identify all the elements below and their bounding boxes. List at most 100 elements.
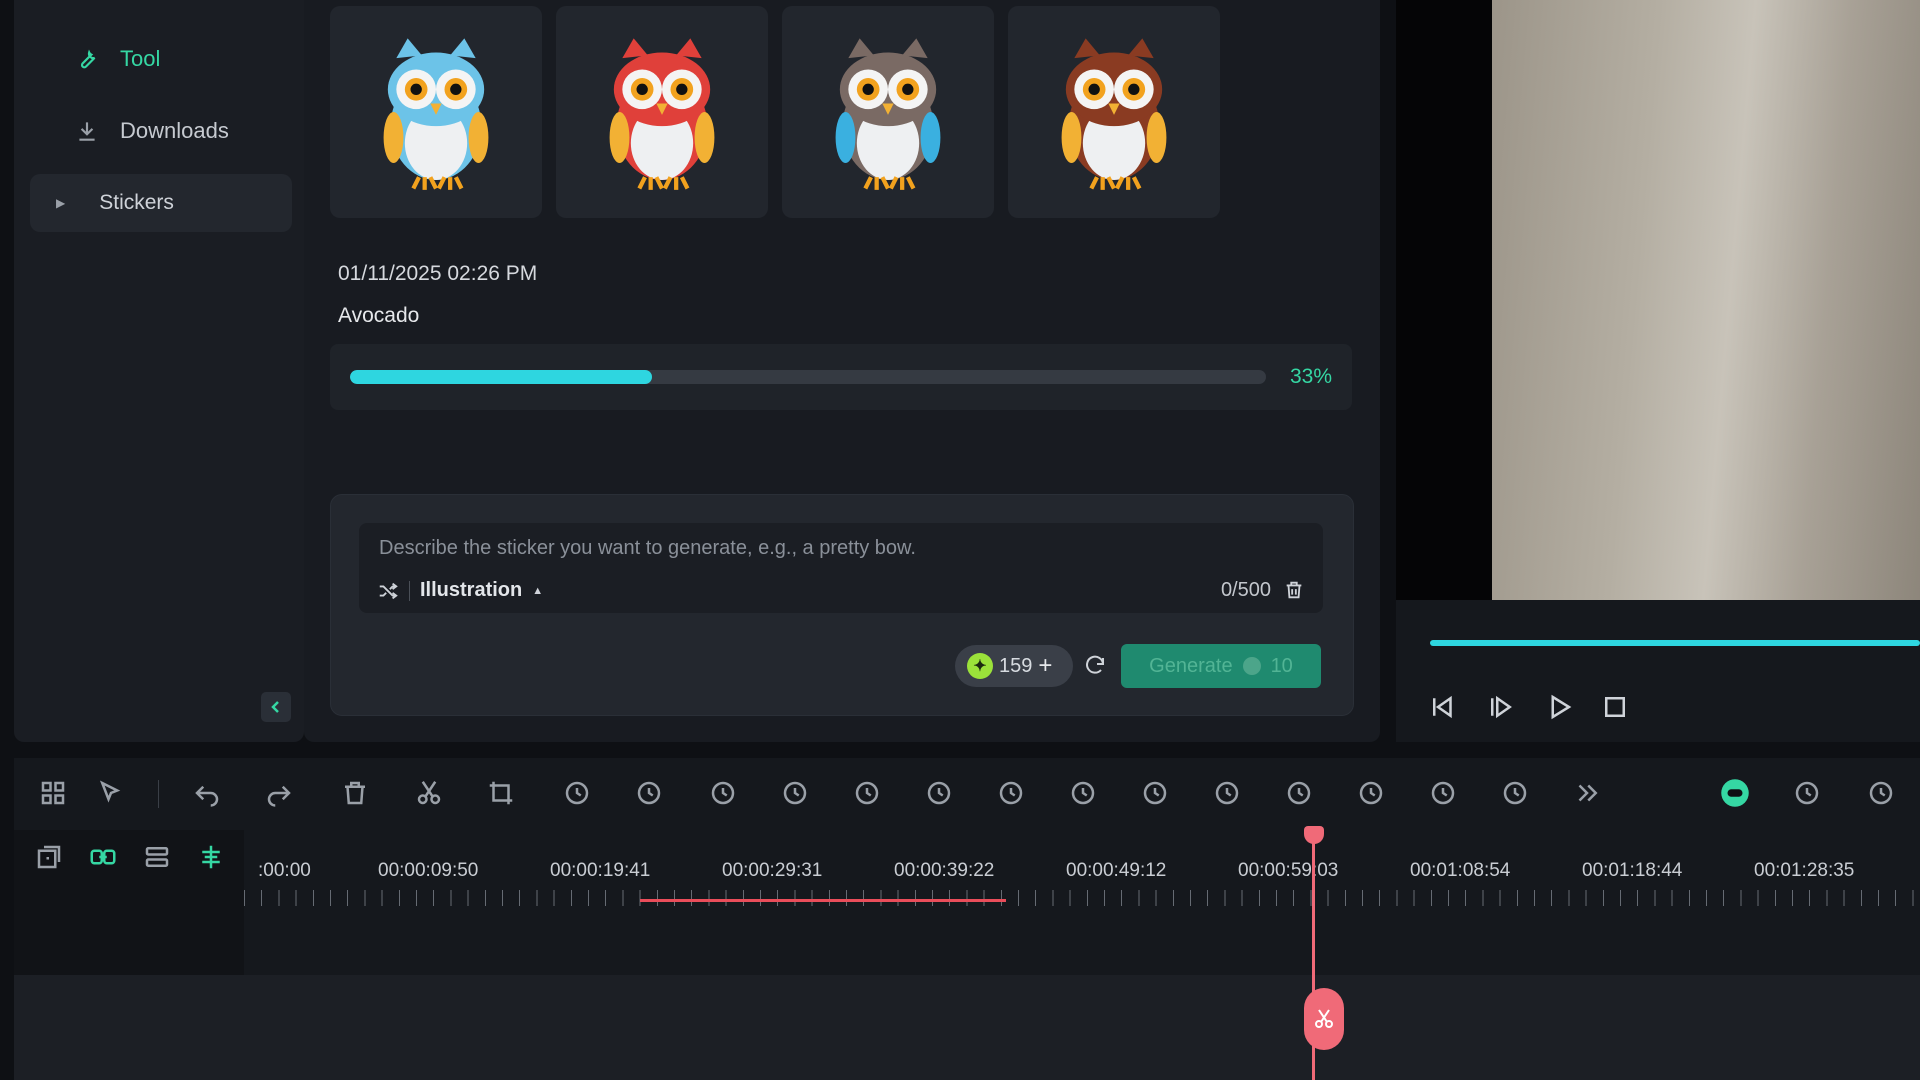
delete-icon[interactable] [338,776,372,810]
voice-icon[interactable] [1138,776,1172,810]
track-manager-icon[interactable] [142,842,172,877]
video-preview[interactable] [1396,0,1920,600]
owl-sticker-image [835,38,941,190]
smart-cutout-icon[interactable] [1498,776,1532,810]
sticker-card[interactable] [556,6,768,218]
divider [409,580,410,601]
redo-icon[interactable] [262,776,296,810]
play-icon[interactable] [1544,692,1574,722]
crop-icon[interactable] [484,776,518,810]
owl-sticker-image [383,38,489,190]
refresh-icon[interactable] [1083,653,1107,677]
preview-image [1492,0,1920,600]
style-label[interactable]: Illustration [420,579,522,602]
ai-avatar-icon[interactable] [1718,776,1752,810]
sticker-card[interactable] [1008,6,1220,218]
progress-percent: 33% [1289,365,1332,388]
sidebar-section-stickers[interactable]: ▶ Stickers [30,174,292,232]
timecode-label: 00:01:08:54 [1410,860,1511,881]
sticker-generator-panel: 01/11/2025 02:26 PM Avocado 33% Describe… [304,0,1380,742]
render-icon[interactable] [1864,776,1898,810]
scissors-icon [1315,1009,1333,1028]
generate-button[interactable]: Generate 10 [1121,644,1321,688]
split-playhead-button[interactable] [1304,988,1344,1050]
music-icon[interactable] [1354,776,1388,810]
timecode-label: 00:00:49:12 [1066,860,1167,881]
progress-bar [350,370,1266,384]
credits-badge[interactable]: ✦ 159 + [955,645,1073,687]
sticker-card[interactable] [330,6,542,218]
prompt-panel: Describe the sticker you want to generat… [330,494,1354,716]
wrench-icon [80,49,96,69]
text-to-speech-icon[interactable] [1066,776,1100,810]
owl-sticker-image [1061,38,1167,190]
prompt-placeholder: Describe the sticker you want to generat… [379,537,916,559]
timecode-label: 00:00:19:41 [550,860,651,881]
playback-progress-bar[interactable] [1430,640,1920,646]
cut-icon[interactable] [412,776,446,810]
add-track-icon[interactable] [34,842,64,877]
timeline: :00:00 00:00:09:50 00:00:19:41 00:00:29:31 0… [14,830,1920,1080]
chevron-left-icon [271,701,279,713]
layout-grid-icon[interactable] [36,776,70,810]
prompt-input[interactable]: Describe the sticker you want to generat… [359,523,1323,613]
select-tool-icon[interactable] [94,776,128,810]
audio-icon[interactable] [1282,776,1316,810]
next-frame-icon[interactable] [1486,692,1516,722]
generation-date: 01/11/2025 02:26 PM [338,262,538,285]
timecode-label: :00:00 [258,860,311,881]
credits-value: 159 [999,654,1033,677]
left-sidebar: Tool Downloads ▶ Stickers [14,0,304,742]
credit-coin-icon: ✦ [967,653,993,679]
speed-icon[interactable] [560,776,594,810]
timecode-label: 00:00:09:50 [378,860,479,881]
timer-icon[interactable] [706,776,740,810]
prev-frame-icon[interactable] [1428,692,1458,722]
sidebar-item-label: Tool [120,46,161,71]
timecode-label: 00:00:59:03 [1238,860,1339,881]
color-icon[interactable] [632,776,666,810]
collapse-sidebar-button[interactable] [261,692,291,722]
download-icon [79,122,95,141]
timecode-label: 00:01:18:44 [1582,860,1683,881]
time-ruler[interactable]: :00:00 00:00:09:50 00:00:19:41 00:00:29:31 0… [244,830,1920,975]
preview-panel [1396,0,1920,742]
link-icon[interactable] [88,842,118,877]
ruler-ticks [244,890,1920,906]
snap-icon[interactable] [196,842,226,877]
sidebar-section-label: Stickers [99,191,174,214]
generate-label: Generate [1149,654,1233,677]
timecode-label: 00:00:29:31 [722,860,823,881]
more-tools-icon[interactable] [1570,776,1604,810]
track-area[interactable] [14,975,1920,1080]
sidebar-item-label: Downloads [120,118,229,143]
edit-toolbar [14,758,1920,830]
style-selector[interactable]: Illustration ▲ [377,579,543,602]
char-counter: 0/500 [1220,579,1271,601]
timecode-label: 00:00:39:22 [894,860,995,881]
ai-tool-icon[interactable] [1426,776,1460,810]
generation-name: Avocado [338,304,420,327]
sticker-card[interactable] [782,6,994,218]
toolbar-divider [158,780,159,808]
plus-icon[interactable]: + [1038,652,1052,680]
keyframe-icon[interactable] [850,776,884,810]
adjust-icon[interactable] [922,776,956,810]
generate-cost: 10 [1270,654,1293,677]
shuffle-icon[interactable] [377,580,399,602]
progress-fill [350,370,653,384]
selected-range [640,899,1006,902]
undo-icon[interactable] [190,776,224,810]
auto-reframe-icon[interactable] [778,776,812,810]
stabilize-icon[interactable] [994,776,1028,810]
snapshot-icon[interactable] [1790,776,1824,810]
sidebar-item-tool[interactable]: Tool [74,44,160,74]
trash-icon[interactable] [1283,579,1305,601]
caret-right-icon: ▶ [56,196,66,210]
owl-sticker-image [609,38,715,190]
sidebar-item-downloads[interactable]: Downloads [74,116,229,146]
mask-icon[interactable] [1210,776,1244,810]
stop-icon[interactable] [1600,692,1630,722]
caret-up-icon: ▲ [532,584,544,597]
timecode-label: 00:01:28:35 [1754,860,1855,881]
